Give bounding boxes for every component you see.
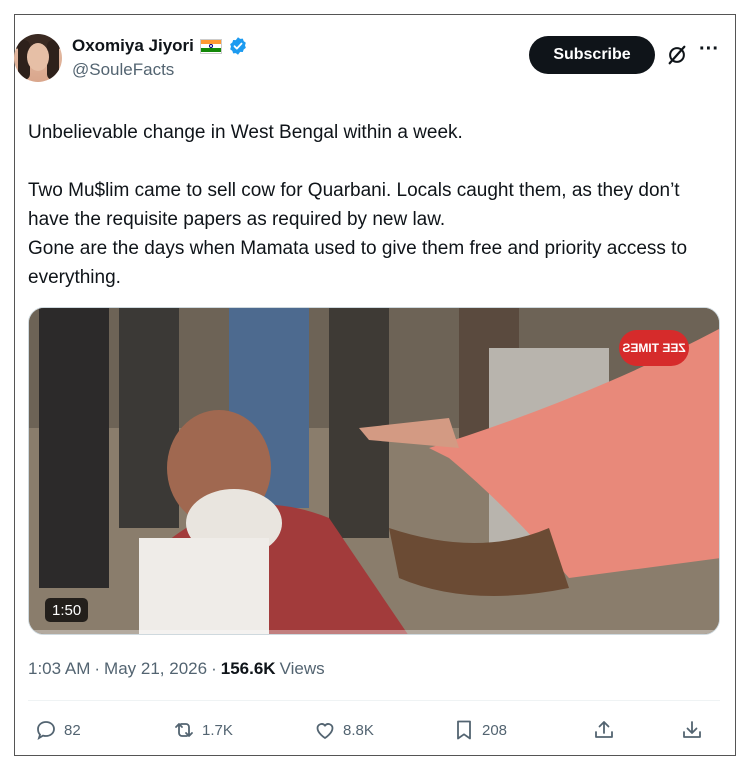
repost-button[interactable]: 1.7K bbox=[172, 718, 233, 742]
views-count: 156.6K bbox=[220, 659, 276, 678]
tweet-time[interactable]: 1:03 AM bbox=[28, 659, 90, 679]
bookmark-icon bbox=[457, 720, 471, 740]
verified-badge-icon bbox=[230, 37, 246, 55]
tweet-header: Oxomiya Jiyori @SouleFacts Subscribe ··· bbox=[14, 34, 719, 90]
more-icon[interactable]: ··· bbox=[698, 39, 720, 64]
bookmark-button[interactable]: 208 bbox=[452, 718, 507, 742]
tweet-text: Unbelievable change in West Bengal withi… bbox=[28, 118, 718, 292]
tweet-text-line: Unbelievable change in West Bengal withi… bbox=[28, 122, 463, 143]
subscribe-button[interactable]: Subscribe bbox=[529, 36, 655, 74]
download-icon bbox=[683, 721, 701, 738]
repost-icon bbox=[175, 723, 193, 737]
heart-icon bbox=[316, 723, 334, 740]
meta-separator: · bbox=[211, 659, 217, 678]
bookmark-count: 208 bbox=[482, 721, 508, 739]
author-display-name[interactable]: Oxomiya Jiyori bbox=[72, 36, 194, 56]
reply-button[interactable]: 82 bbox=[34, 718, 81, 742]
meta-separator: · bbox=[94, 659, 101, 678]
tweet-meta: 1:03 AM · May 21, 2026 · 156.6K Views bbox=[28, 659, 325, 679]
share-button[interactable] bbox=[592, 718, 616, 742]
tweet-date[interactable]: May 21, 2026 bbox=[104, 659, 207, 679]
author-name-row: Oxomiya Jiyori bbox=[72, 36, 248, 56]
reply-count: 82 bbox=[64, 721, 81, 739]
download-button[interactable] bbox=[680, 718, 704, 742]
grok-icon[interactable] bbox=[666, 44, 688, 66]
author-handle[interactable]: @SouleFacts bbox=[72, 60, 174, 80]
share-icon bbox=[595, 721, 613, 738]
video-thumbnail bbox=[29, 308, 719, 634]
video-duration-badge: 1:50 bbox=[45, 598, 89, 622]
video-player[interactable]: ZEE TIMES 1:50 bbox=[28, 307, 720, 635]
action-bar: 82 1.7K 8.8K 208 bbox=[34, 718, 714, 746]
divider bbox=[28, 700, 720, 701]
like-button[interactable]: 8.8K bbox=[313, 718, 374, 742]
video-progress-bar[interactable] bbox=[29, 630, 719, 634]
channel-logo: ZEE TIMES bbox=[619, 330, 689, 366]
india-flag-icon bbox=[199, 38, 222, 54]
reply-icon bbox=[37, 721, 55, 740]
views-label: Views bbox=[279, 659, 325, 678]
like-count: 8.8K bbox=[343, 721, 374, 739]
repost-count: 1.7K bbox=[202, 721, 233, 739]
tweet-text-line: Gone are the days when Mamata used to gi… bbox=[28, 238, 688, 288]
avatar[interactable] bbox=[14, 34, 62, 82]
tweet-text-line: Two Mu$lim came to sell cow for Quarbani… bbox=[28, 180, 680, 230]
